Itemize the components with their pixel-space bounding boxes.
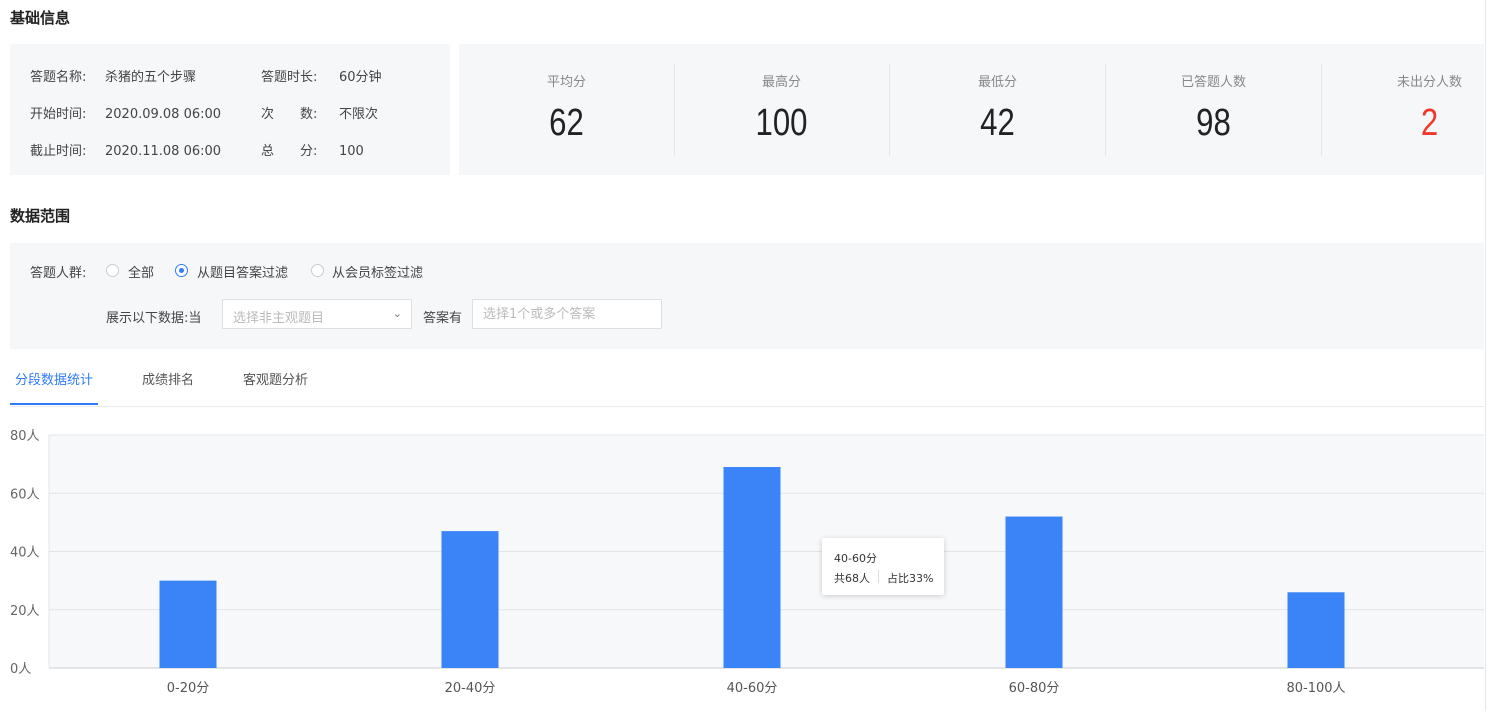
info-value: 2020.09.08 06:00 xyxy=(105,107,222,122)
segment-chart: 0人 20人 40人 60人 80人 0-20分 20-40分 40-60分 60-80分 80-… xyxy=(0,420,1490,711)
stat-value: 2 xyxy=(1420,102,1439,144)
info-field-duration: 答题时长: 60分钟 xyxy=(261,66,382,85)
stat-label: 平均分 xyxy=(546,75,586,90)
question-select[interactable]: 选择非主观题目 ⌄ xyxy=(222,299,412,329)
tab-bar: 分段数据统计 成绩排名 客观题分析 xyxy=(10,355,1484,407)
radio-all[interactable] xyxy=(106,264,119,277)
answer-label: 答案有 xyxy=(423,311,463,326)
info-field-end-time: 截止时间: 2020.11.08 06:00 xyxy=(30,140,221,159)
answer-input[interactable] xyxy=(472,299,662,329)
info-value: 2020.11.08 06:00 xyxy=(105,144,222,159)
info-value: 不限次 xyxy=(339,107,379,122)
info-value: 杀猪的五个步骤 xyxy=(105,70,197,85)
stat-answered-count: 已答题人数 98 xyxy=(1106,44,1321,175)
y-tick-label: 20人 xyxy=(10,604,40,619)
basic-info-title: 基础信息 xyxy=(10,9,71,27)
stat-average: 平均分 62 xyxy=(459,44,674,175)
stat-label: 未出分人数 xyxy=(1396,75,1462,90)
x-tick-label: 60-80分 xyxy=(1009,681,1060,696)
tab-segment-stats[interactable]: 分段数据统计 xyxy=(15,369,93,388)
bar[interactable] xyxy=(1287,592,1345,668)
y-tick-label: 60人 xyxy=(10,487,40,502)
data-range-title: 数据范围 xyxy=(10,207,71,225)
info-field-name: 答题名称: 杀猪的五个步骤 xyxy=(30,66,196,85)
radio-label-all[interactable]: 全部 xyxy=(128,262,154,281)
show-data-label: 展示以下数据:当 xyxy=(106,311,202,326)
filter-panel: 答题人群: 全部 从题目答案过滤 从会员标签过滤 展示以下数据:当 选择非主观题… xyxy=(10,243,1484,349)
tab-ranking[interactable]: 成绩排名 xyxy=(142,369,194,388)
info-value: 60分钟 xyxy=(339,70,382,85)
basic-info-panel: 答题名称: 杀猪的五个步骤 开始时间: 2020.09.08 06:00 截止时间:… xyxy=(10,44,450,175)
x-tick-label: 20-40分 xyxy=(445,681,496,696)
stat-value: 62 xyxy=(549,102,584,144)
radio-label-tag-filter[interactable]: 从会员标签过滤 xyxy=(332,262,423,281)
bar[interactable] xyxy=(723,467,781,668)
tooltip-title: 40-60分 xyxy=(834,552,877,565)
y-tick-label: 40人 xyxy=(10,546,40,561)
stat-lowest: 最低分 42 xyxy=(890,44,1105,175)
info-field-start-time: 开始时间: 2020.09.08 06:00 xyxy=(30,103,221,122)
stat-value: 100 xyxy=(755,102,808,144)
info-label: 答题时长: xyxy=(261,70,318,85)
question-select-placeholder: 选择非主观题目 xyxy=(233,311,325,326)
bar[interactable] xyxy=(1005,516,1063,668)
stat-value: 98 xyxy=(1196,102,1231,144)
stat-value: 42 xyxy=(980,102,1015,144)
stat-label: 最低分 xyxy=(977,75,1017,90)
info-field-attempts: 次 数: 不限次 xyxy=(261,103,378,122)
y-tick-label: 80人 xyxy=(10,429,40,444)
radio-answer-filter[interactable] xyxy=(175,264,188,277)
radio-label-answer-filter[interactable]: 从题目答案过滤 xyxy=(197,262,288,281)
bar[interactable] xyxy=(441,531,499,668)
tooltip-ratio: 占比33% xyxy=(887,572,934,585)
stat-highest: 最高分 100 xyxy=(674,44,889,175)
x-tick-label: 40-60分 xyxy=(727,681,778,696)
chart-tooltip: 40-60分 共68人 占比33% xyxy=(822,538,944,595)
radio-tag-filter[interactable] xyxy=(311,264,324,277)
info-value: 100 xyxy=(339,144,364,159)
bar-chart: 0人 20人 40人 60人 80人 0-20分 20-40分 40-60分 60-80分 80-… xyxy=(10,429,1484,696)
stat-label: 最高分 xyxy=(761,75,801,90)
group-label: 答题人群: xyxy=(30,266,87,281)
stat-label: 已答题人数 xyxy=(1180,75,1246,90)
scrollbar-track[interactable] xyxy=(1485,0,1486,711)
tab-objective-analysis[interactable]: 客观题分析 xyxy=(243,369,308,388)
tooltip-divider xyxy=(878,570,879,583)
info-label: 次 数: xyxy=(261,107,318,122)
info-label: 总 分: xyxy=(261,144,318,159)
info-label: 答题名称: xyxy=(30,70,87,85)
bar[interactable] xyxy=(159,580,217,668)
x-tick-label: 0-20分 xyxy=(167,681,210,696)
info-field-total-score: 总 分: 100 xyxy=(261,140,364,159)
stat-unscored-count: 未出分人数 2 xyxy=(1322,44,1484,175)
x-tick-label: 80-100人 xyxy=(1286,681,1345,696)
tooltip-count: 共68人 xyxy=(834,572,870,585)
stats-panel: 平均分 62 最高分 100 最低分 42 已答题人数 98 未出分人数 2 xyxy=(459,44,1484,175)
info-label: 开始时间: xyxy=(30,107,87,122)
y-tick-label: 0人 xyxy=(10,662,31,677)
info-label: 截止时间: xyxy=(30,144,87,159)
chevron-down-icon: ⌄ xyxy=(392,307,402,320)
active-tab-indicator xyxy=(10,403,98,405)
